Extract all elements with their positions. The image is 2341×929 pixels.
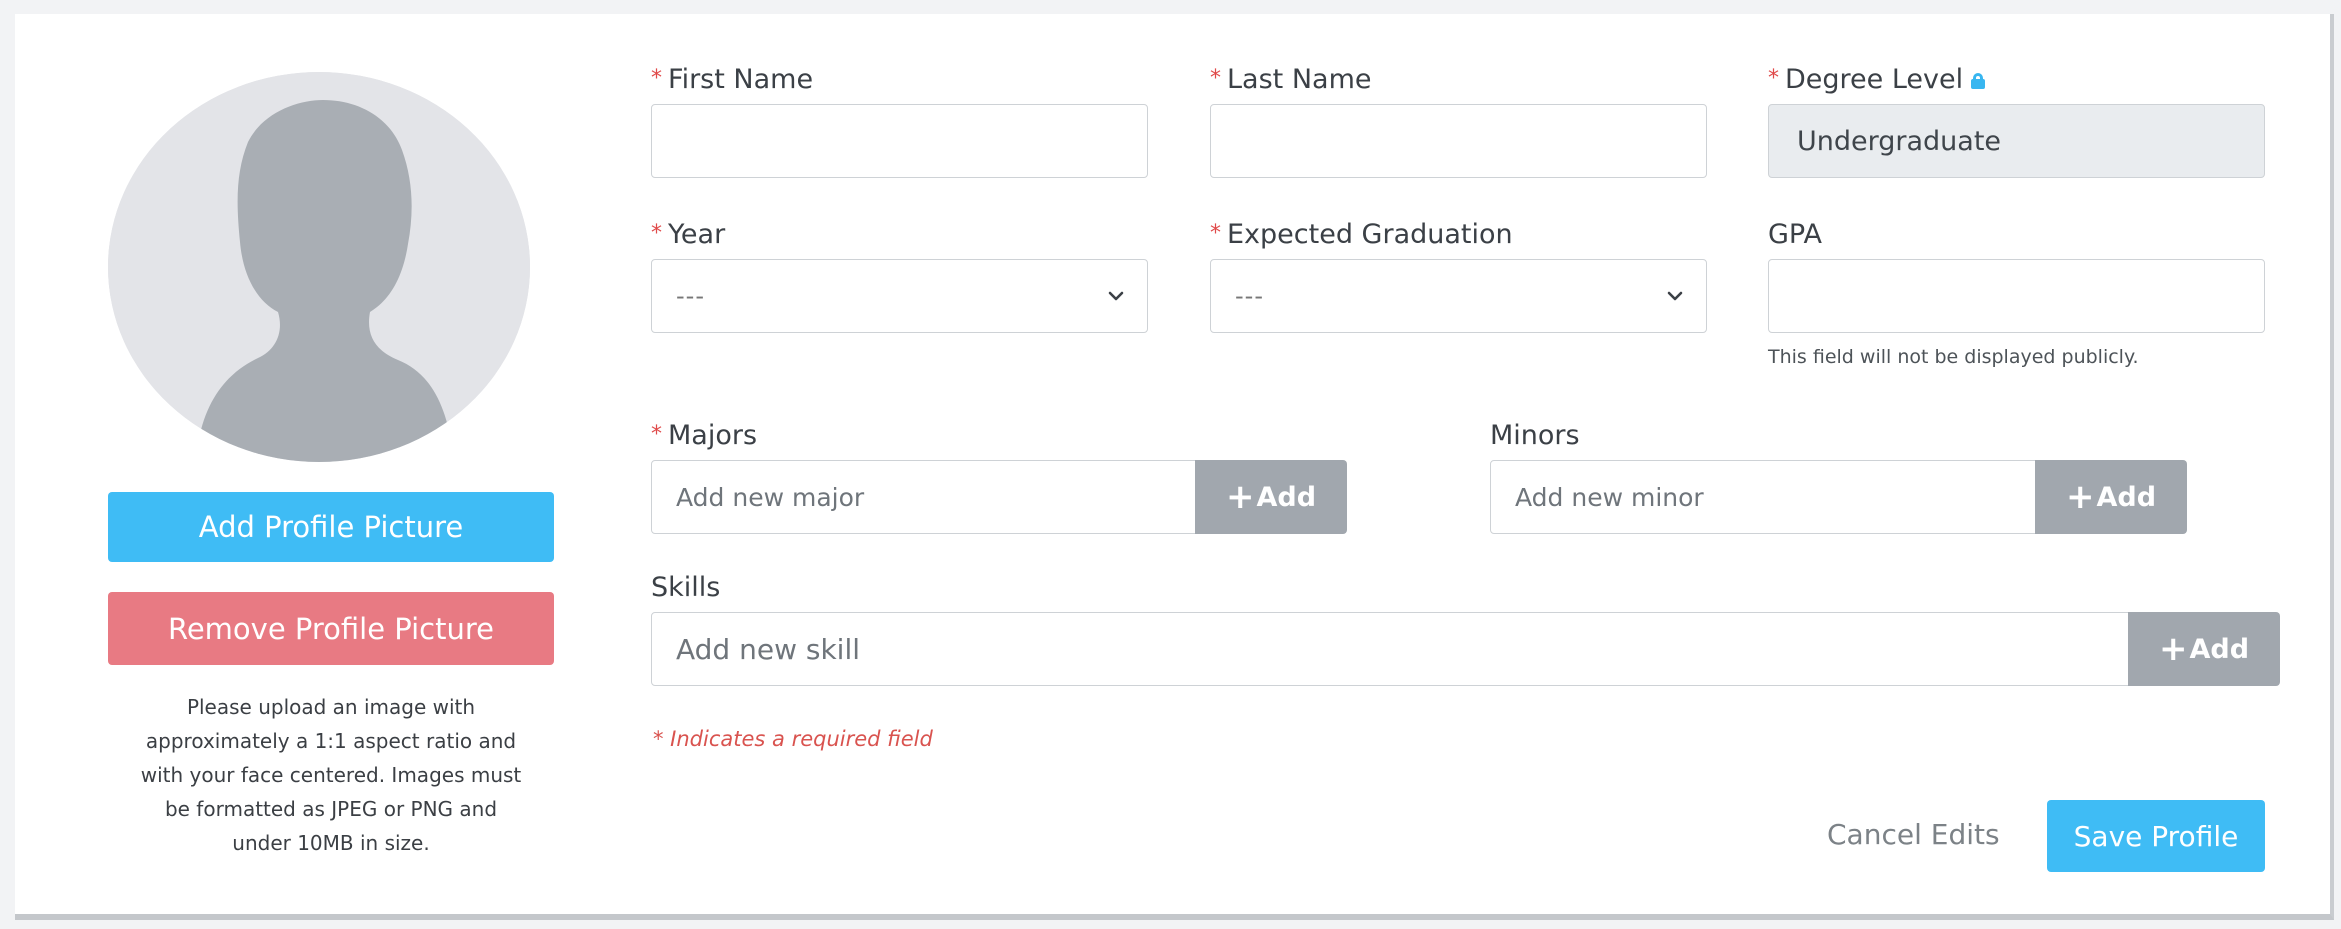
expected-graduation-label: * Expected Graduation [1210,219,1513,250]
plus-icon: + [2158,629,2188,669]
degree-level-value: Undergraduate [1797,125,2002,157]
degree-level-label-text: Degree Level [1785,64,1964,95]
year-label: * Year [651,219,725,250]
upload-note-line: with your face centered. Images must [140,763,522,787]
expected-graduation-label-text: Expected Graduation [1227,219,1513,250]
majors-label: * Majors [651,420,757,451]
majors-input[interactable]: Add new major [651,460,1197,534]
gpa-label: GPA [1768,219,1822,250]
majors-label-text: Majors [668,420,758,451]
skills-placeholder: Add new skill [676,632,861,666]
year-selected-value: --- [676,282,705,310]
minors-label: Minors [1490,420,1580,451]
gpa-help-text: This field will not be displayed publicl… [1768,346,2139,368]
cancel-edits-button[interactable]: Cancel Edits [1827,818,2000,851]
profile-edit-card: Add Profile Picture Remove Profile Pictu… [15,14,2334,920]
upload-note-line: be formatted as JPEG or PNG and [164,797,498,821]
required-marker: * [651,221,662,246]
degree-level-field: Undergraduate [1768,104,2265,178]
required-marker: * [1210,221,1221,246]
save-profile-button[interactable]: Save Profile [2047,800,2265,872]
gpa-label-text: GPA [1768,219,1822,250]
required-marker: * [651,422,662,447]
last-name-label: * Last Name [1210,64,1371,95]
first-name-label-text: First Name [668,64,814,95]
add-minor-label: Add [2096,481,2157,513]
last-name-label-text: Last Name [1227,64,1372,95]
required-marker: * [1768,66,1779,91]
add-skill-button[interactable]: + Add [2128,612,2280,686]
last-name-input[interactable] [1210,104,1707,178]
upload-note-line: under 10MB in size. [232,831,430,855]
year-select[interactable]: --- [651,259,1148,333]
skills-label-text: Skills [651,572,721,603]
required-marker: * [1210,66,1221,91]
chevron-down-icon [1108,291,1124,301]
skills-label: Skills [651,572,720,603]
add-profile-picture-button[interactable]: Add Profile Picture [108,492,554,562]
required-field-note: * Indicates a required field [653,727,933,751]
add-skill-label: Add [2189,633,2250,665]
minors-placeholder: Add new minor [1515,482,1704,512]
expected-graduation-selected-value: --- [1235,282,1264,310]
minors-input[interactable]: Add new minor [1490,460,2036,534]
expected-graduation-select[interactable]: --- [1210,259,1707,333]
chevron-down-icon [1667,291,1683,301]
plus-icon: + [2065,477,2095,517]
upload-instructions: Please upload an image with approximatel… [108,690,554,860]
remove-profile-picture-button[interactable]: Remove Profile Picture [108,592,554,665]
majors-placeholder: Add new major [676,482,865,512]
first-name-label: * First Name [651,64,813,95]
minors-label-text: Minors [1490,420,1580,451]
first-name-input[interactable] [651,104,1148,178]
upload-note-line: Please upload an image with [186,695,476,719]
avatar-placeholder-icon [108,72,530,462]
year-label-text: Year [668,219,726,250]
lock-icon [1971,73,1986,89]
add-major-button[interactable]: + Add [1195,460,1347,534]
required-marker: * [651,66,662,91]
plus-icon: + [1225,477,1255,517]
gpa-input[interactable] [1768,259,2265,333]
add-major-label: Add [1256,481,1317,513]
upload-note-line: approximately a 1:1 aspect ratio and [145,729,517,753]
skills-input[interactable]: Add new skill [651,612,2131,686]
add-minor-button[interactable]: + Add [2035,460,2187,534]
degree-level-label: * Degree Level [1768,64,1986,95]
